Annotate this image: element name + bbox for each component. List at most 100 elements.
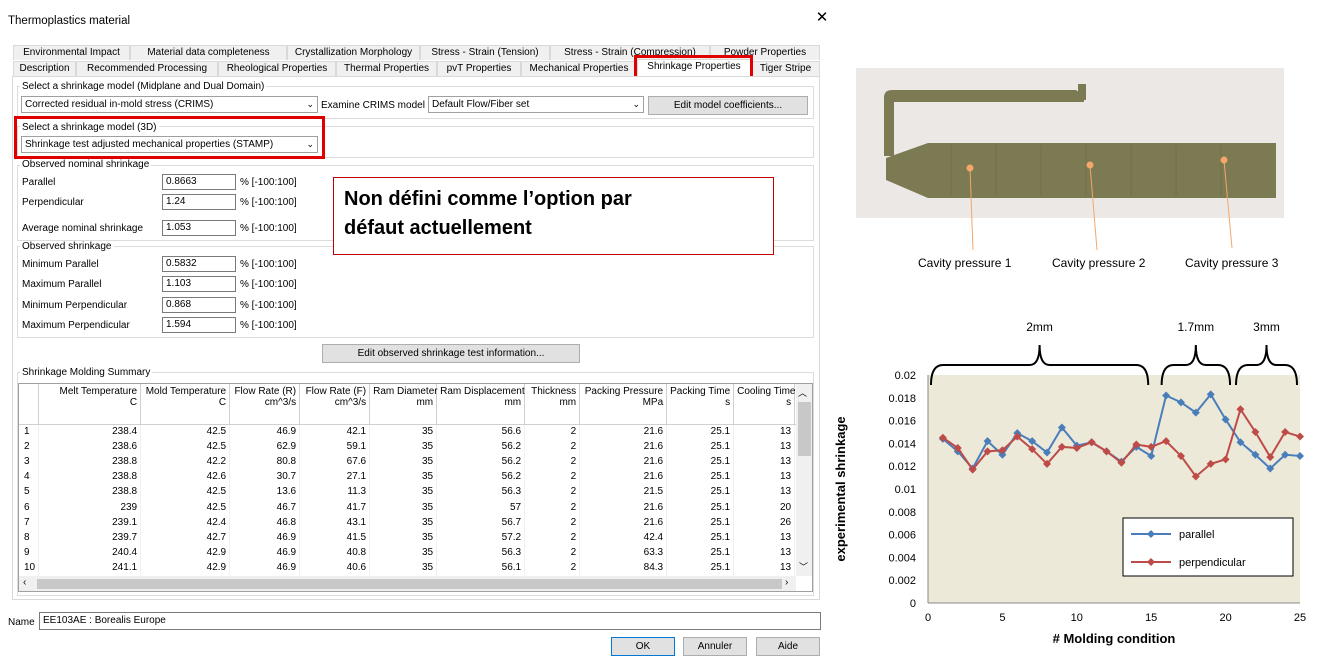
leader-line-3: [1223, 159, 1233, 249]
y-tick-label: 0.008: [888, 507, 916, 519]
table-cell: 13: [733, 424, 796, 440]
column-header-title: Ram Displacement: [440, 386, 525, 397]
table-cell: 2: [524, 454, 581, 470]
column-header-unit: MPa: [642, 397, 664, 408]
midplane-model-value: Corrected residual in-mold stress (CRIMS…: [25, 99, 214, 110]
tab-recommended-processing[interactable]: Recommended Processing: [76, 61, 218, 76]
cancel-button[interactable]: Annuler: [683, 637, 747, 656]
column-header[interactable]: Flow Rate (F) cm^3/s: [299, 384, 371, 425]
table-row[interactable]: 10 241.1 42.9 46.9 40.6 35 56.1 2 84.3 25.1 13: [19, 560, 812, 576]
row-number: 2: [19, 439, 40, 455]
column-header[interactable]: Flow Rate (R) cm^3/s: [229, 384, 301, 425]
x-tick-label: 15: [1145, 612, 1157, 624]
tab-mechanical-properties[interactable]: Mechanical Properties: [521, 61, 637, 76]
horizontal-scrollbar[interactable]: ‹ ›: [19, 576, 796, 591]
table-row[interactable]: 8 239.7 42.7 46.9 41.5 35 57.2 2 42.4 25.1 13: [19, 530, 812, 546]
table-row[interactable]: 3 238.8 42.2 80.8 67.6 35 56.2 2 21.6 25.1 13: [19, 454, 812, 470]
min-parallel-input[interactable]: 0.5832: [162, 256, 236, 272]
tab-environmental-impact[interactable]: Environmental Impact: [13, 45, 130, 60]
observed-shrinkage-group: [17, 246, 814, 338]
table-cell: 46.8: [229, 515, 301, 531]
row-number: 6: [19, 499, 40, 516]
min-perpendicular-input[interactable]: 0.868: [162, 297, 236, 313]
parallel-input[interactable]: 0.8663: [162, 174, 236, 190]
column-header-unit: mm: [416, 397, 434, 408]
column-header[interactable]: Ram Displacement mm: [436, 384, 526, 425]
table-row[interactable]: 1 238.4 42.5 46.9 42.1 35 56.6 2 21.6 25.1 13: [19, 424, 812, 440]
max-parallel-input[interactable]: 1.103: [162, 276, 236, 292]
horizontal-scroll-thumb[interactable]: [37, 579, 782, 589]
table-cell: 63.3: [579, 545, 668, 561]
tab-description[interactable]: Description: [13, 61, 76, 76]
column-header[interactable]: Ram Diameter mm: [369, 384, 438, 425]
name-input[interactable]: EE103AE : Borealis Europe: [39, 612, 821, 630]
column-header[interactable]: Melt Temperature C: [38, 384, 142, 425]
summary-table: Melt Temperature C Mold Temperature C Flow R…: [19, 384, 812, 576]
table-cell: 25.1: [666, 454, 735, 470]
tab-stress-strain-tension[interactable]: Stress - Strain (Tension): [420, 45, 550, 60]
examine-crims-select[interactable]: Default Flow/Fiber set ⌄: [428, 96, 644, 113]
column-header[interactable]: Packing Time s: [666, 384, 735, 425]
tab-pvt-properties[interactable]: pvT Properties: [437, 61, 521, 76]
help-button[interactable]: Aide: [756, 637, 820, 656]
column-header-unit: mm: [559, 397, 577, 408]
min-parallel-unit: % [-100:100]: [240, 259, 297, 270]
table-cell: 20: [733, 499, 796, 516]
scroll-down-icon[interactable]: ﹀: [799, 560, 808, 573]
column-header[interactable]: Mold Temperature C: [140, 384, 231, 425]
row-number: 9: [19, 545, 40, 561]
y-tick-label: 0.004: [888, 552, 916, 564]
table-row[interactable]: 7 239.1 42.4 46.8 43.1 35 56.7 2 21.6 25.1 26: [19, 515, 812, 531]
x-axis-label: # Molding condition: [1053, 631, 1176, 646]
column-header-title: Thickness: [531, 386, 577, 397]
vertical-scroll-thumb[interactable]: [798, 402, 811, 456]
column-header[interactable]: Thickness mm: [524, 384, 581, 425]
tab-tiger-stripe[interactable]: Tiger Stripe: [751, 61, 820, 76]
scroll-left-icon[interactable]: ‹: [23, 577, 26, 588]
table-row[interactable]: 2 238.6 42.5 62.9 59.1 35 56.2 2 21.6 25.1 13: [19, 439, 812, 455]
table-cell: 56.2: [436, 469, 526, 485]
table-cell: 42.9: [140, 560, 231, 576]
table-row[interactable]: 4 238.8 42.6 30.7 27.1 35 56.2 2 21.6 25.1 13: [19, 469, 812, 485]
tab-rheological-properties[interactable]: Rheological Properties: [218, 61, 336, 76]
table-cell: 238.8: [38, 454, 142, 470]
ok-button[interactable]: OK: [611, 637, 675, 656]
midplane-model-select[interactable]: Corrected residual in-mold stress (CRIMS…: [21, 96, 318, 113]
table-cell: 25.1: [666, 484, 735, 500]
perpendicular-input[interactable]: 1.24: [162, 194, 236, 210]
table-row[interactable]: 9 240.4 42.9 46.9 40.8 35 56.3 2 63.3 25.1 13: [19, 545, 812, 561]
edit-model-coefficients-button[interactable]: Edit model coefficients...: [648, 96, 808, 115]
parallel-label: Parallel: [22, 177, 56, 188]
table-cell: 13: [733, 530, 796, 546]
table-cell: 13: [733, 484, 796, 500]
tab-crystallization-morphology[interactable]: Crystallization Morphology: [287, 45, 420, 60]
table-row[interactable]: 6 239 42.5 46.7 41.7 35 57 2 21.6 25.1 20: [19, 499, 812, 516]
table-cell: 239.1: [38, 515, 142, 531]
scroll-up-icon[interactable]: ︿: [798, 386, 807, 399]
column-header[interactable]: Cooling Time s: [733, 384, 795, 425]
thermoplastics-dialog: Thermoplastics material ✕ Environmental …: [0, 0, 840, 658]
vertical-scrollbar[interactable]: ︿ ﹀: [796, 384, 812, 576]
x-tick-label: 5: [999, 612, 1005, 624]
table-cell: 56.2: [436, 454, 526, 470]
table-row[interactable]: 5 238.8 42.5 13.6 11.3 35 56.3 2 21.5 25.1 13: [19, 484, 812, 500]
column-header-unit: C: [129, 397, 138, 408]
table-cell: 21.6: [579, 499, 668, 516]
edit-observed-shrinkage-button[interactable]: Edit observed shrinkage test information…: [322, 344, 580, 363]
average-nominal-input[interactable]: 1.053: [162, 220, 236, 236]
y-tick-label: 0.018: [888, 393, 916, 405]
table-cell: 40.6: [299, 560, 371, 576]
table-cell: 239.7: [38, 530, 142, 546]
table-cell: 42.6: [140, 469, 231, 485]
annotation-line-1: Non défini comme l’option par: [344, 188, 632, 210]
column-header[interactable]: Packing Pressure MPa: [579, 384, 668, 425]
close-icon[interactable]: ✕: [814, 10, 830, 26]
max-perpendicular-input[interactable]: 1.594: [162, 317, 236, 333]
table-cell: 25.1: [666, 499, 735, 516]
tab-material-data-completeness[interactable]: Material data completeness: [130, 45, 287, 60]
max-perpendicular-unit: % [-100:100]: [240, 320, 297, 331]
table-cell: 35: [369, 424, 438, 440]
caption-cavity-pressure-2: Cavity pressure 2: [1052, 256, 1146, 270]
tab-thermal-properties[interactable]: Thermal Properties: [336, 61, 437, 76]
scroll-right-icon[interactable]: ›: [785, 577, 788, 588]
